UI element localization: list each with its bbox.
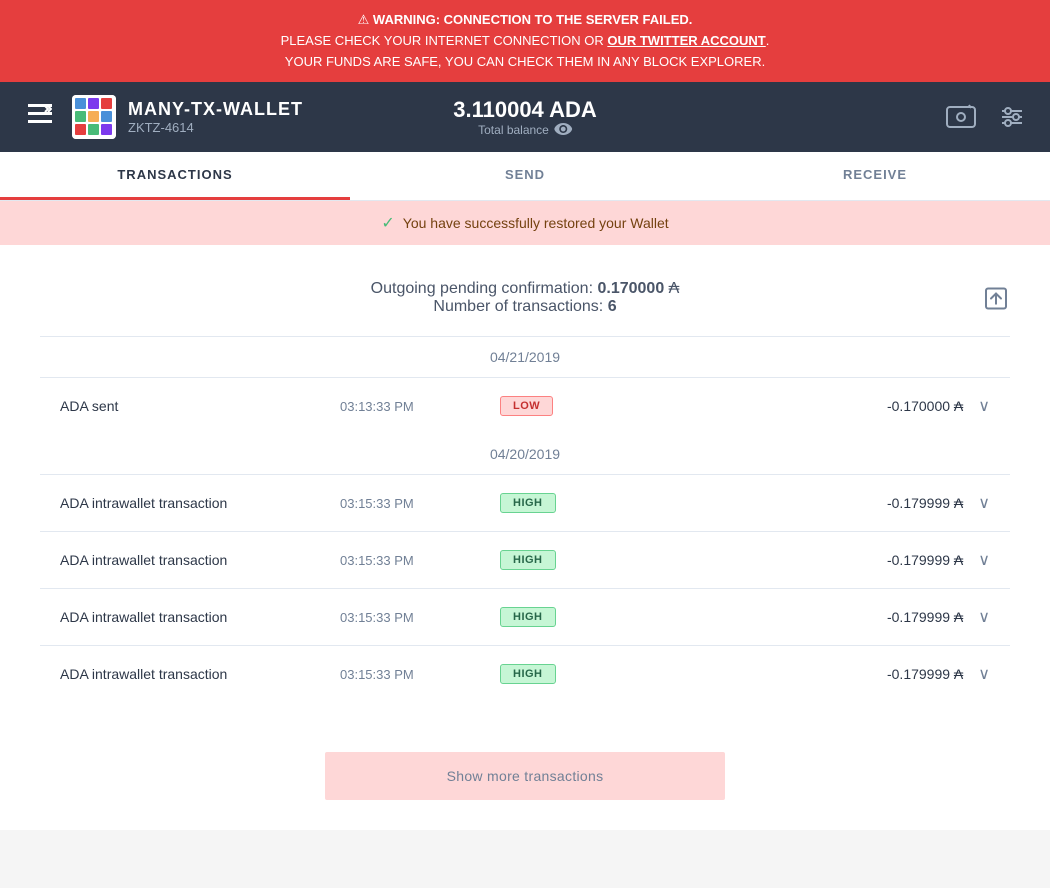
warning-line3: YOUR FUNDS ARE SAFE, YOU CAN CHECK THEM … bbox=[20, 52, 1030, 73]
tx-time: 03:15:33 PM bbox=[340, 610, 500, 625]
tx-amount: -0.179999 ₳ bbox=[887, 552, 963, 568]
nav-tabs: TRANSACTIONS SEND RECEIVE bbox=[0, 152, 1050, 201]
eye-icon[interactable] bbox=[554, 123, 572, 138]
warning-icon: ⚠ bbox=[358, 12, 370, 27]
warning-line2-suffix: . bbox=[766, 33, 770, 48]
tx-name: ADA sent bbox=[60, 398, 340, 414]
tx-count-summary: Number of transactions: 6 bbox=[433, 298, 616, 316]
badge-high: HIGH bbox=[500, 607, 556, 627]
main-content: Outgoing pending confirmation: 0.170000 … bbox=[0, 245, 1050, 722]
balance-label: Total balance bbox=[453, 123, 597, 138]
twitter-link[interactable]: OUR TWITTER ACCOUNT bbox=[607, 33, 765, 48]
wallet-id: ZKTZ-4614 bbox=[128, 120, 303, 135]
tx-name: ADA intrawallet transaction bbox=[60, 666, 340, 682]
tx-badge: HIGH bbox=[500, 550, 600, 570]
header-left: MANY-TX-WALLET ZKTZ-4614 bbox=[20, 95, 303, 139]
balance-amount: 3.110004 ADA bbox=[453, 97, 597, 123]
header: MANY-TX-WALLET ZKTZ-4614 3.110004 ADA To… bbox=[0, 82, 1050, 152]
chevron-down-icon[interactable]: ∨ bbox=[978, 550, 990, 570]
warning-line2-prefix: PLEASE CHECK YOUR INTERNET CONNECTION OR bbox=[281, 33, 608, 48]
wallet-name-section: MANY-TX-WALLET ZKTZ-4614 bbox=[128, 99, 303, 135]
show-more-button[interactable]: Show more transactions bbox=[325, 752, 725, 800]
success-banner: ✓ You have successfully restored your Wa… bbox=[0, 201, 1050, 245]
tx-count-value: 6 bbox=[608, 298, 617, 315]
wallet-icon bbox=[72, 95, 116, 139]
table-row[interactable]: ADA intrawallet transaction 03:15:33 PM … bbox=[40, 531, 1010, 588]
tx-amount: -0.179999 ₳ bbox=[887, 495, 963, 511]
table-row[interactable]: ADA sent 03:13:33 PM LOW -0.170000 ₳ ∨ bbox=[40, 377, 1010, 434]
chevron-down-icon[interactable]: ∨ bbox=[978, 396, 990, 416]
ada-symbol-pending: ₳ bbox=[669, 280, 680, 297]
badge-high: HIGH bbox=[500, 550, 556, 570]
tab-send[interactable]: SEND bbox=[350, 152, 700, 200]
date-label: 04/20/2019 bbox=[40, 434, 1010, 474]
tx-name: ADA intrawallet transaction bbox=[60, 609, 340, 625]
success-message: You have successfully restored your Wall… bbox=[403, 215, 669, 231]
tx-time: 03:15:33 PM bbox=[340, 553, 500, 568]
summary-container: Outgoing pending confirmation: 0.170000 … bbox=[40, 265, 1010, 336]
tx-badge: LOW bbox=[500, 396, 600, 416]
table-row[interactable]: ADA intrawallet transaction 03:15:33 PM … bbox=[40, 645, 1010, 702]
chevron-down-icon[interactable]: ∨ bbox=[978, 493, 990, 513]
wallet-name: MANY-TX-WALLET bbox=[128, 99, 303, 120]
tx-badge: HIGH bbox=[500, 664, 600, 684]
tab-receive[interactable]: RECEIVE bbox=[700, 152, 1050, 200]
transactions-area: 04/21/2019 ADA sent 03:13:33 PM LOW -0.1… bbox=[40, 337, 1010, 702]
tx-badge: HIGH bbox=[500, 607, 600, 627]
show-more-container: Show more transactions bbox=[0, 722, 1050, 830]
warning-title: WARNING: CONNECTION TO THE SERVER FAILED… bbox=[373, 12, 692, 27]
menu-icon[interactable] bbox=[20, 104, 60, 130]
warning-banner: ⚠ WARNING: CONNECTION TO THE SERVER FAIL… bbox=[0, 0, 1050, 82]
wallet-settings-icon[interactable] bbox=[943, 99, 979, 135]
settings-icon[interactable] bbox=[994, 99, 1030, 135]
export-icon[interactable] bbox=[982, 284, 1010, 317]
tab-transactions[interactable]: TRANSACTIONS bbox=[0, 152, 350, 200]
tx-amount: -0.170000 ₳ bbox=[887, 398, 963, 414]
table-row[interactable]: ADA intrawallet transaction 03:15:33 PM … bbox=[40, 474, 1010, 531]
tx-badge: HIGH bbox=[500, 493, 600, 513]
header-right bbox=[943, 99, 1030, 135]
tx-time: 03:15:33 PM bbox=[340, 667, 500, 682]
header-center: 3.110004 ADA Total balance bbox=[453, 97, 597, 138]
pending-amount: 0.170000 bbox=[597, 280, 664, 297]
chevron-down-icon[interactable]: ∨ bbox=[978, 607, 990, 627]
chevron-down-icon[interactable]: ∨ bbox=[978, 664, 990, 684]
badge-low: LOW bbox=[500, 396, 553, 416]
badge-high: HIGH bbox=[500, 493, 556, 513]
tx-name: ADA intrawallet transaction bbox=[60, 495, 340, 511]
tx-name: ADA intrawallet transaction bbox=[60, 552, 340, 568]
tx-time: 03:15:33 PM bbox=[340, 496, 500, 511]
tx-amount: -0.179999 ₳ bbox=[887, 609, 963, 625]
success-icon: ✓ bbox=[381, 213, 394, 233]
badge-high: HIGH bbox=[500, 664, 556, 684]
tx-amount: -0.179999 ₳ bbox=[887, 666, 963, 682]
pending-summary: Outgoing pending confirmation: 0.170000 … bbox=[371, 280, 680, 298]
tx-time: 03:13:33 PM bbox=[340, 399, 500, 414]
table-row[interactable]: ADA intrawallet transaction 03:15:33 PM … bbox=[40, 588, 1010, 645]
date-label: 04/21/2019 bbox=[40, 337, 1010, 377]
